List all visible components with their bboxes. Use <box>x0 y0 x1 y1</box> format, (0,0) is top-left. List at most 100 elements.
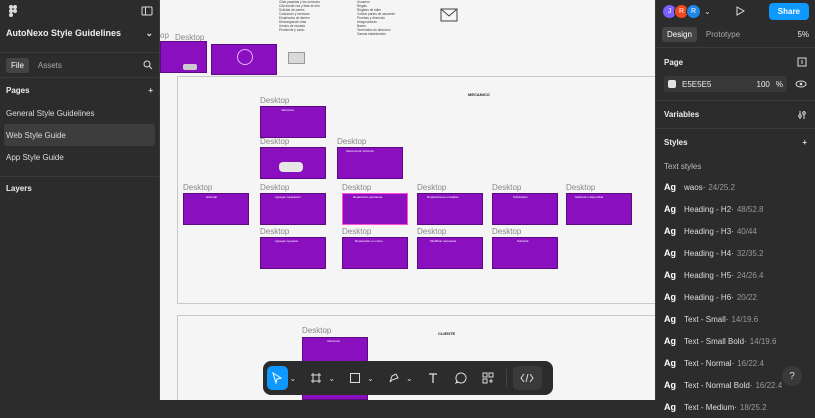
page-color-field[interactable]: E5E5E5 100 % <box>664 76 787 92</box>
list-item: Gamas establecidos <box>357 32 386 36</box>
frame-logo[interactable] <box>211 44 277 75</box>
frame-label: Desktop <box>492 183 522 192</box>
frame-label: Desktop <box>342 183 372 192</box>
page-item-app[interactable]: App Style Guide <box>0 146 159 168</box>
frame-label: Desktop <box>417 183 447 192</box>
help-button[interactable]: ? <box>782 366 802 386</box>
pages-header: Pages + <box>0 78 159 102</box>
page-opacity-value[interactable]: 100 <box>757 80 770 89</box>
tab-prototype[interactable]: Prototype <box>701 27 745 42</box>
text-style-item[interactable]: Ag Heading - H4 · 32/35.2 <box>656 242 815 264</box>
frame-tool-icon[interactable] <box>306 366 327 390</box>
tab-assets[interactable]: Assets <box>33 58 67 73</box>
frame-label: op <box>160 31 169 40</box>
rectangle-tool-icon[interactable] <box>345 366 366 390</box>
comment-tool-icon[interactable] <box>450 366 471 390</box>
style-glyph: Ag <box>664 182 676 192</box>
design-canvas[interactable]: Citas pasadas y los servicios Cita donde… <box>160 0 655 400</box>
tab-file[interactable]: File <box>6 57 29 73</box>
frame-title: Agregar repuesto <box>275 239 299 243</box>
frame-reparacion-pendiente[interactable]: Reparación pendiente <box>342 193 408 225</box>
frame-vehicle-detail[interactable] <box>260 147 326 179</box>
frame-reparacion-curso[interactable]: Reparación en curso <box>342 237 408 269</box>
pen-tool-icon[interactable] <box>384 366 405 390</box>
move-tool-icon[interactable] <box>267 366 288 390</box>
style-name: Heading - H2 <box>684 204 732 214</box>
chevron-down-icon[interactable]: ⌄ <box>403 366 415 390</box>
frame-agregar-repuesto[interactable]: Agregar repuesto <box>260 237 326 269</box>
add-page-icon[interactable]: + <box>148 86 153 95</box>
chevron-down-icon[interactable]: ⌄ <box>704 7 711 16</box>
text-style-item[interactable]: Ag Heading - H3 · 40/44 <box>656 220 815 242</box>
collaborator-avatars[interactable]: J R R ⌄ <box>662 3 711 19</box>
frame-label: Desktop <box>342 227 372 236</box>
add-style-icon[interactable]: + <box>802 138 807 147</box>
separator-dot: · <box>734 402 737 412</box>
right-panel: J R R ⌄ Share Design Prototype 5% Page E… <box>655 0 815 412</box>
figma-menu-icon[interactable] <box>6 4 20 18</box>
style-glyph: Ag <box>664 226 676 236</box>
frame-title: Historial <box>206 195 217 199</box>
actions-tool-icon[interactable] <box>478 366 499 390</box>
file-title: AutoNexo Style Guidelines <box>6 28 122 38</box>
tab-design[interactable]: Design <box>662 27 697 42</box>
search-icon[interactable] <box>143 60 153 70</box>
color-swatch[interactable] <box>668 80 676 88</box>
file-title-row[interactable]: AutoNexo Style Guidelines ⌄ <box>0 22 159 44</box>
top-list-right: Usuarios Reglas Registro de taller Cotiz… <box>357 0 427 36</box>
page-color-value[interactable]: E5E5E5 <box>682 80 711 89</box>
frame-vehiculos[interactable]: Vehículos <box>260 106 326 138</box>
top-list-left: Citas pasadas y los servicios Cita donde… <box>279 0 349 32</box>
frame-label: Desktop <box>566 183 596 192</box>
style-glyph: Ag <box>664 358 676 368</box>
frame-modificar-repuestos[interactable]: Modificar repuestos <box>417 237 483 269</box>
style-glyph: Ag <box>664 292 676 302</box>
dev-mode-toggle-icon[interactable] <box>512 366 542 390</box>
text-style-item[interactable]: Ag Heading - H5 · 24/26.4 <box>656 264 815 286</box>
page-item-web[interactable]: Web Style Guide <box>4 124 155 146</box>
style-size: 40/44 <box>736 226 757 236</box>
chevron-down-icon[interactable]: ⌄ <box>326 366 338 390</box>
frame-partial[interactable] <box>160 41 207 73</box>
separator-dot: · <box>731 270 734 280</box>
zoom-level[interactable]: 5% <box>797 30 809 39</box>
text-style-item[interactable]: Ag Heading - H6 · 20/22 <box>656 286 815 308</box>
frame-solicitudes[interactable]: Solicitudes <box>492 193 558 225</box>
style-size: 18/25.2 <box>739 402 767 412</box>
style-size: 16/22.4 <box>755 380 783 390</box>
text-tool-icon[interactable] <box>422 366 443 390</box>
chevron-down-icon[interactable]: ⌄ <box>287 366 299 390</box>
separator-dot: · <box>731 204 734 214</box>
text-style-item[interactable]: Ag Text - Medium · 18/25.2 <box>656 396 815 418</box>
frame-title: Vehículos <box>281 108 295 112</box>
frame-seleccionar[interactable]: Seleccionar Vehículo <box>337 147 403 179</box>
style-glyph: Ag <box>664 380 676 390</box>
export-icon[interactable] <box>797 57 807 67</box>
frame-label: Desktop <box>492 227 522 236</box>
styles-section: Styles + <box>656 128 815 156</box>
style-name: Heading - H6 <box>684 292 732 302</box>
variables-icon[interactable] <box>797 110 807 120</box>
frame-solicitud[interactable]: Solicitud <box>492 237 558 269</box>
text-style-item[interactable]: Ag Heading - H2 · 48/52.8 <box>656 198 815 220</box>
frame-label: Desktop <box>183 183 213 192</box>
text-style-item[interactable]: Ag waos · 24/25.2 <box>656 176 815 198</box>
chevron-down-icon[interactable]: ⌄ <box>364 366 376 390</box>
sidebar-toggle-icon[interactable] <box>141 5 153 17</box>
frame-reparaciones-enviadas[interactable]: Reparaciones enviadas <box>417 193 483 225</box>
frame-title: Agregar reparación <box>275 195 301 199</box>
frame-historial[interactable]: Historial <box>183 193 249 225</box>
frame-agregar-reparacion[interactable]: Agregar reparación <box>260 193 326 225</box>
text-style-item[interactable]: Ag Text - Small · 14/19.6 <box>656 308 815 330</box>
share-button[interactable]: Share <box>768 2 809 20</box>
present-play-icon[interactable] <box>735 6 745 16</box>
variables-heading: Variables <box>664 110 700 119</box>
variables-section[interactable]: Variables <box>656 100 815 128</box>
style-name: Text - Normal <box>684 358 732 368</box>
style-glyph: Ag <box>664 248 676 258</box>
page-item-general[interactable]: General Style Guidelines <box>0 102 159 124</box>
avatar[interactable]: R <box>686 3 701 19</box>
frame-solicitud-disponible[interactable]: Solicitud o disponible <box>566 193 632 225</box>
eye-icon[interactable] <box>795 79 807 89</box>
text-style-item[interactable]: Ag Text - Small Bold · 14/19.6 <box>656 330 815 352</box>
